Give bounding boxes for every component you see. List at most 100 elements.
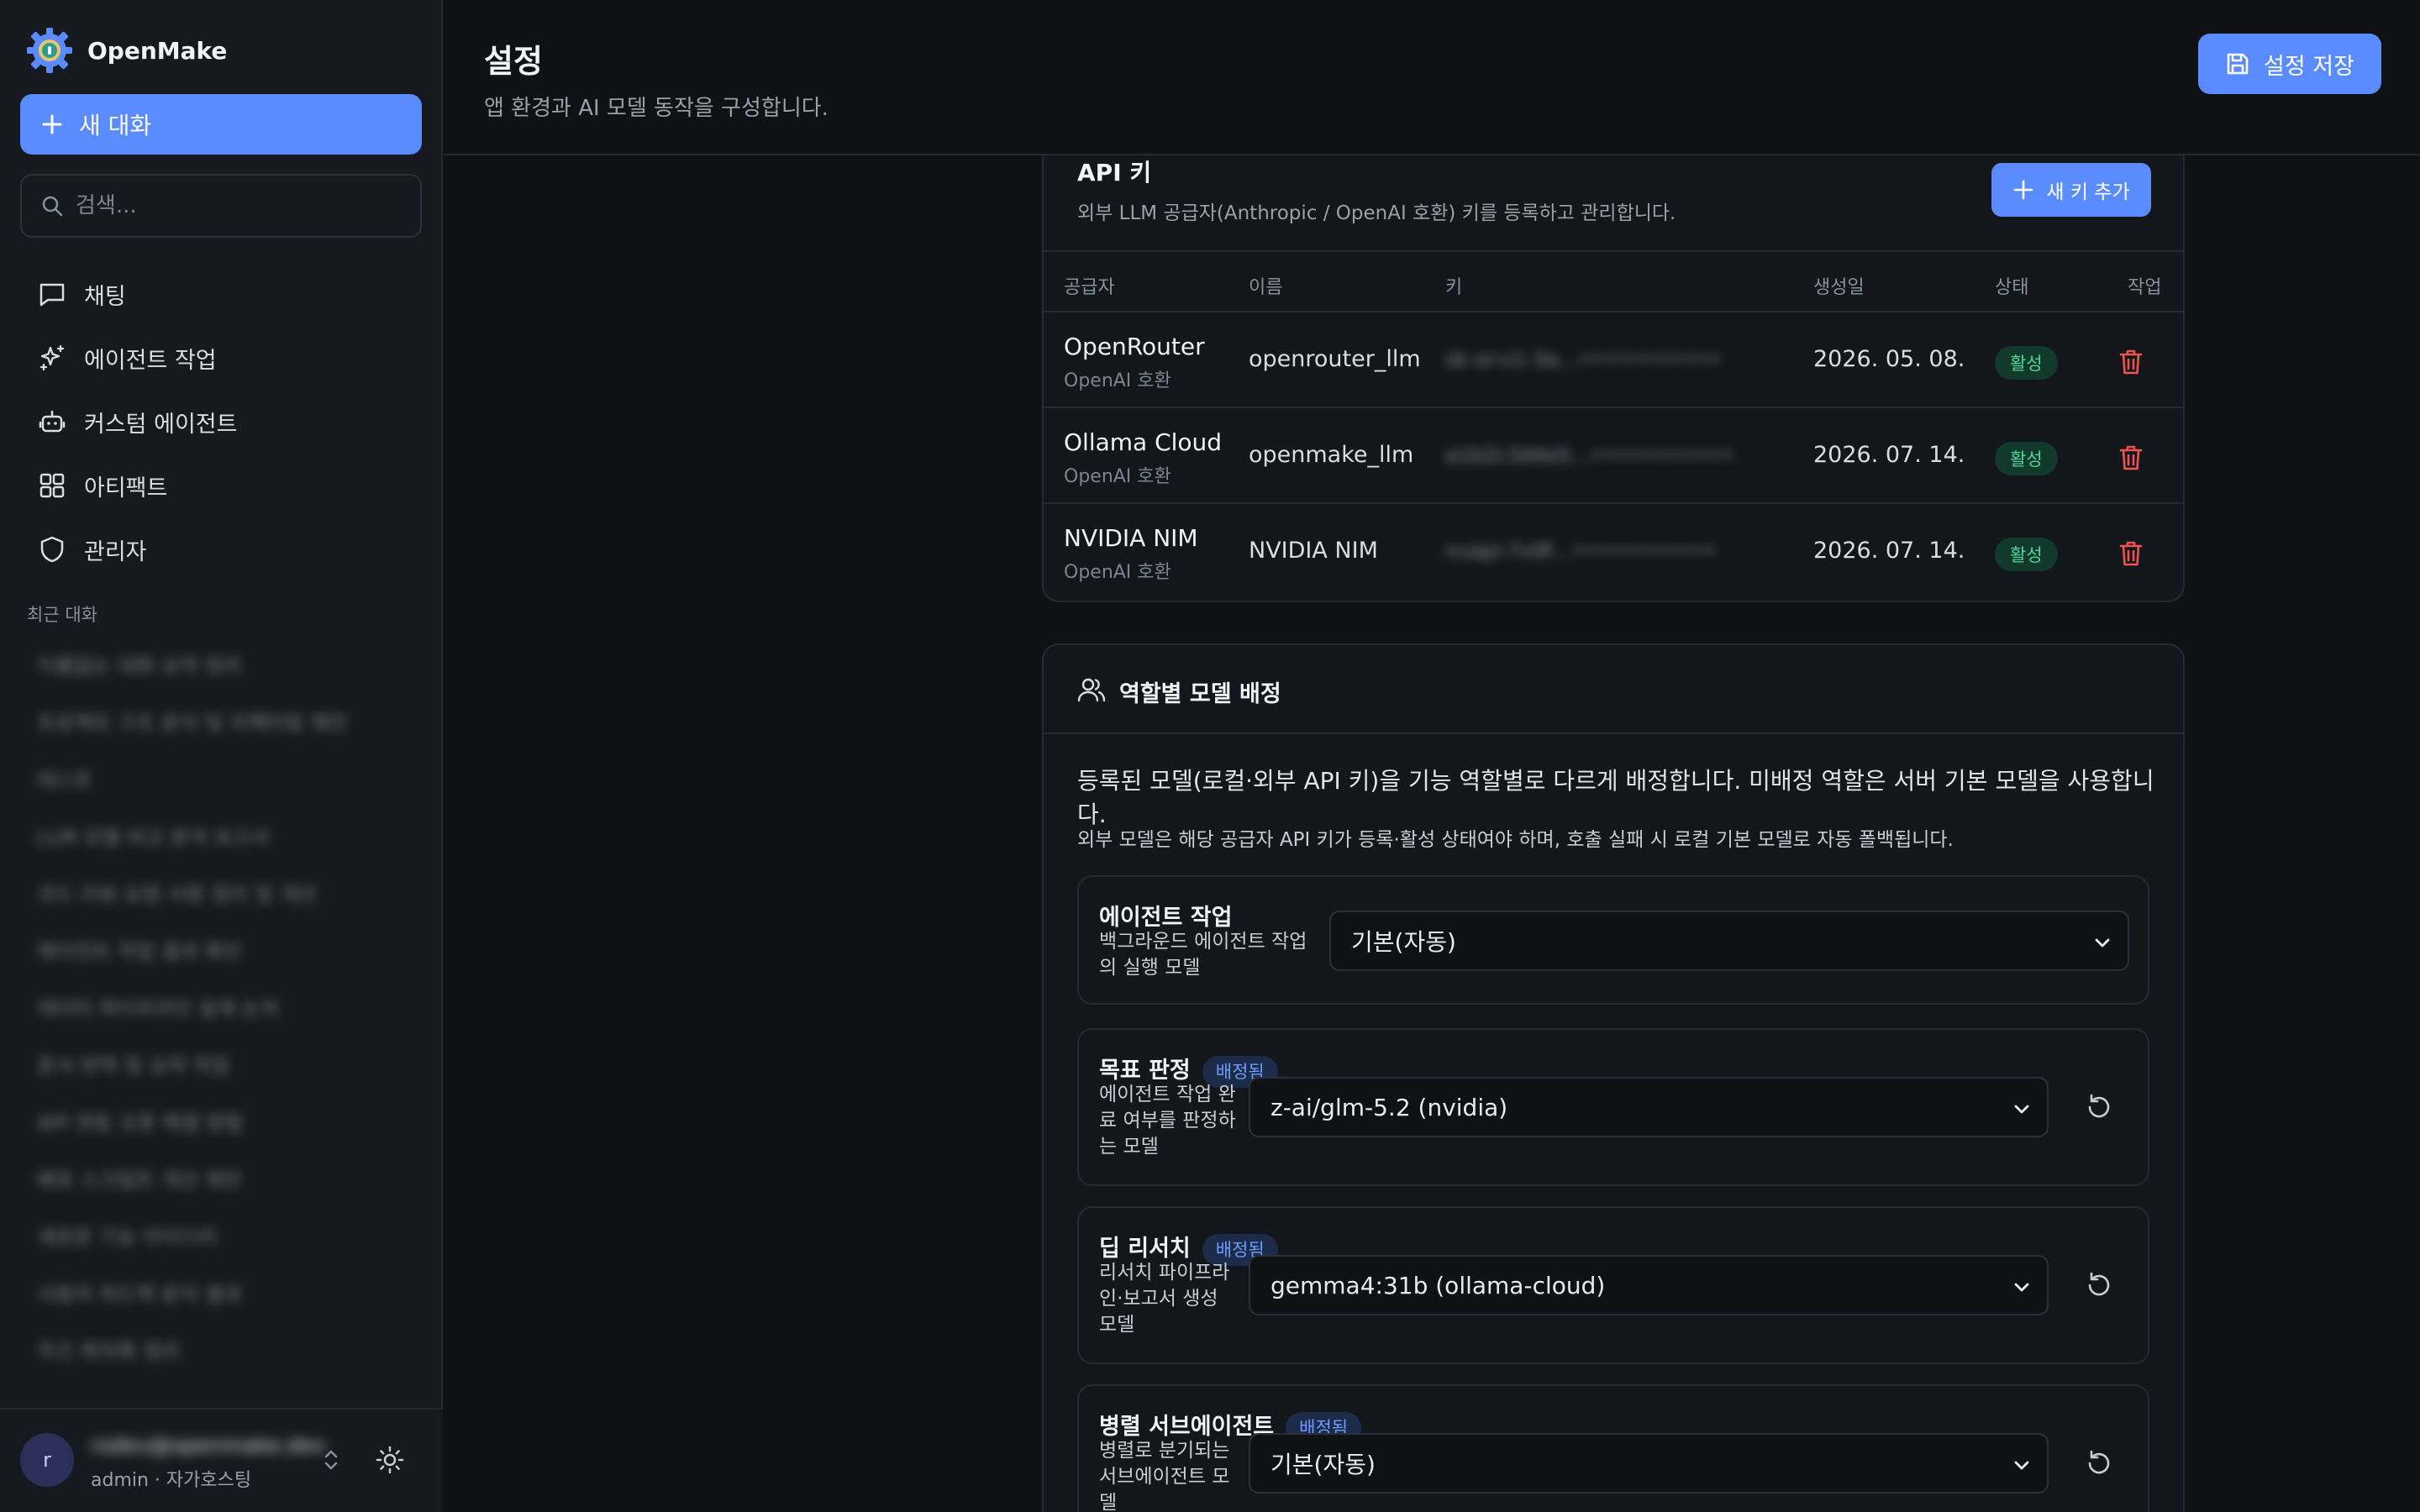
provider-name: OpenRouter [1064, 333, 1205, 360]
model-select-value: 기본(자동) [1270, 1451, 1376, 1478]
user-email: rsdev@openmake.dev [91, 1433, 326, 1457]
list-item[interactable]: 주간 회의록 정리 [22, 1320, 417, 1378]
list-item[interactable]: 배포 스크립트 개선 제안 [22, 1149, 417, 1206]
list-item[interactable]: 코드 리뷰 요청 사항 정리 및 개선 [22, 864, 417, 921]
recent-chat-title: 데이터 파이프라인 설계 논의 [37, 996, 279, 1021]
sidebar-item-chat[interactable]: 채팅 [20, 262, 422, 326]
recent-chats-list: 이름없는 대화 요약 정리 프로젝트 구조 분석 및 리팩터링 제안 테스트 L… [22, 635, 417, 1378]
role-label: 에이전트 작업 [1099, 899, 1232, 932]
model-select[interactable]: 기본(자동) [1249, 1433, 2049, 1494]
new-chat-button[interactable]: 새 대화 [20, 94, 422, 155]
list-item[interactable]: 테스트 [22, 749, 417, 806]
reset-icon[interactable] [2084, 1092, 2114, 1122]
recent-chat-title: 프로젝트 구조 분석 및 리팩터링 제안 [37, 711, 348, 735]
save-settings-button[interactable]: 설정 저장 [2198, 34, 2381, 94]
status-badge: 활성 [1995, 442, 2058, 475]
role-row-parallel-subagent: 병렬 서브에이전트 배정됨 병렬로 분기되는 서브에이전트 모델 기본(자동) [1077, 1384, 2149, 1512]
sidebar-item-agent-tasks[interactable]: 에이전트 작업 [20, 326, 422, 390]
robot-icon [39, 410, 66, 433]
column-header-status: 상태 [1995, 277, 2029, 298]
role-row-deep-research: 딥 리서치 배정됨 리서치 파이프라인·보고서 생성 모델 gemma4:31b … [1077, 1206, 2149, 1364]
created-date: 2026. 05. 08. [1813, 346, 1965, 372]
provider-type: OpenAI 호환 [1064, 370, 1171, 391]
recent-chat-title: 문서 번역 및 요약 작업 [37, 1053, 230, 1078]
model-select-value: 기본(자동) [1351, 928, 1456, 956]
chevron-down-icon [2095, 938, 2110, 948]
column-header-created: 생성일 [1813, 277, 1865, 298]
recent-chat-title: 이름없는 대화 요약 정리 [37, 654, 242, 678]
openmake-logo-icon [27, 28, 72, 73]
column-header-key: 키 [1445, 277, 1463, 298]
user-role: admin · 자가호스팅 [91, 1470, 252, 1491]
column-header-action: 작업 [2128, 277, 2162, 298]
list-item[interactable]: 이름없는 대화 요약 정리 [22, 635, 417, 692]
created-date: 2026. 07. 14. [1813, 538, 1965, 564]
plus-icon [42, 114, 62, 134]
new-chat-label: 새 대화 [79, 112, 152, 139]
search-input[interactable] [76, 193, 412, 218]
api-keys-card: API 키 외부 LLM 공급자(Anthropic / OpenAI 호환) … [1042, 126, 2185, 602]
list-item[interactable]: 문서 번역 및 요약 작업 [22, 1035, 417, 1092]
sidebar-item-artifacts[interactable]: 아티팩트 [20, 454, 422, 517]
role-label-text: 에이전트 작업 [1099, 905, 1233, 931]
sidebar: OpenMake 새 대화 채팅 에이전트 작업 커스텀 에이전트 아티팩트 관… [0, 0, 443, 1512]
sidebar-item-custom-agents[interactable]: 커스텀 에이전트 [20, 390, 422, 454]
recent-chat-title: 코드 리뷰 요청 사항 정리 및 개선 [37, 882, 317, 906]
column-header-provider: 공급자 [1064, 277, 1115, 298]
add-key-button[interactable]: 새 키 추가 [1991, 163, 2151, 217]
list-item[interactable]: 에이전트 작업 결과 확인 [22, 921, 417, 978]
trash-icon[interactable] [2118, 539, 2144, 568]
provider-type: OpenAI 호환 [1064, 466, 1171, 487]
trash-icon[interactable] [2118, 444, 2144, 472]
app-name: OpenMake [87, 36, 228, 65]
recent-chat-title: 에이전트 작업 결과 확인 [37, 939, 242, 963]
role-models-card: 역할별 모델 배정 등록된 모델(로컬·외부 API 키)을 기능 역할별로 다… [1042, 643, 2185, 1512]
key-name: openmake_llm [1249, 442, 1414, 468]
list-item[interactable]: API 연동 오류 해결 방법 [22, 1092, 417, 1149]
sun-icon[interactable] [375, 1445, 405, 1475]
api-keys-table: 공급자 이름 키 생성일 상태 작업 OpenRouter OpenAI 호환 … [1044, 250, 2183, 600]
reset-icon[interactable] [2084, 1270, 2114, 1300]
reset-icon[interactable] [2084, 1448, 2114, 1478]
recent-chat-title: API 연동 오류 해결 방법 [37, 1110, 244, 1135]
provider-cell: NVIDIA NIM OpenAI 호환 [1064, 524, 1198, 584]
brand[interactable]: OpenMake [25, 25, 227, 76]
table-header: 공급자 이름 키 생성일 상태 작업 [1044, 250, 2183, 312]
search-box[interactable] [20, 174, 422, 238]
list-item[interactable]: LLM 모델 비교 분석 보고서 [22, 806, 417, 864]
key-masked: sk-or-v1-3a…•••••••••••• [1445, 348, 1722, 371]
list-item[interactable]: 새로운 기능 아이디어 [22, 1206, 417, 1263]
recent-chat-title: 주간 회의록 정리 [37, 1339, 180, 1363]
sparkles-icon [39, 344, 65, 371]
provider-name: Ollama Cloud [1064, 428, 1223, 456]
provider-cell: OpenRouter OpenAI 호환 [1064, 333, 1205, 392]
provider-cell: Ollama Cloud OpenAI 호환 [1064, 428, 1222, 488]
recent-chats-heading: 최근 대화 [27, 605, 97, 625]
role-description: 리서치 파이프라인·보고서 생성 모델 [1099, 1262, 1230, 1336]
list-item[interactable]: 데이터 파이프라인 설계 논의 [22, 978, 417, 1035]
model-select[interactable]: 기본(자동) [1329, 911, 2129, 971]
sidebar-item-admin[interactable]: 관리자 [20, 517, 422, 581]
list-item[interactable]: 사용자 피드백 분석 결과 [22, 1263, 417, 1320]
chevron-up-down-icon[interactable] [319, 1446, 343, 1473]
role-row-goal-judge: 목표 판정 배정됨 에이전트 작업 완료 여부를 판정하는 모델 z-ai/glm… [1077, 1028, 2149, 1186]
sidebar-item-label: 채팅 [84, 283, 126, 310]
search-icon [42, 196, 63, 217]
sidebar-item-label: 커스텀 에이전트 [84, 411, 238, 438]
model-select[interactable]: gemma4:31b (ollama-cloud) [1249, 1255, 2049, 1315]
chat-bubble-icon [39, 283, 65, 307]
model-select[interactable]: z-ai/glm-5.2 (nvidia) [1249, 1077, 2049, 1137]
role-models-header: 역할별 모델 배정 [1044, 645, 2183, 734]
key-masked: nvapi-7x9f…•••••••••••• [1445, 539, 1716, 563]
created-date: 2026. 07. 14. [1813, 442, 1965, 468]
avatar[interactable]: r [20, 1433, 74, 1487]
provider-name: NVIDIA NIM [1064, 524, 1198, 552]
recent-chat-title: 테스트 [37, 768, 93, 792]
trash-icon[interactable] [2118, 348, 2144, 376]
list-item[interactable]: 프로젝트 구조 분석 및 리팩터링 제안 [22, 692, 417, 749]
api-keys-description: 외부 LLM 공급자(Anthropic / OpenAI 호환) 키를 등록하… [1077, 202, 1676, 224]
recent-chat-title: LLM 모델 비교 분석 보고서 [37, 825, 270, 849]
role-description: 백그라운드 에이전트 작업의 실행 모델 [1099, 931, 1307, 979]
users-icon [1077, 678, 1106, 702]
recent-chat-title: 사용자 피드백 분석 결과 [37, 1282, 242, 1306]
